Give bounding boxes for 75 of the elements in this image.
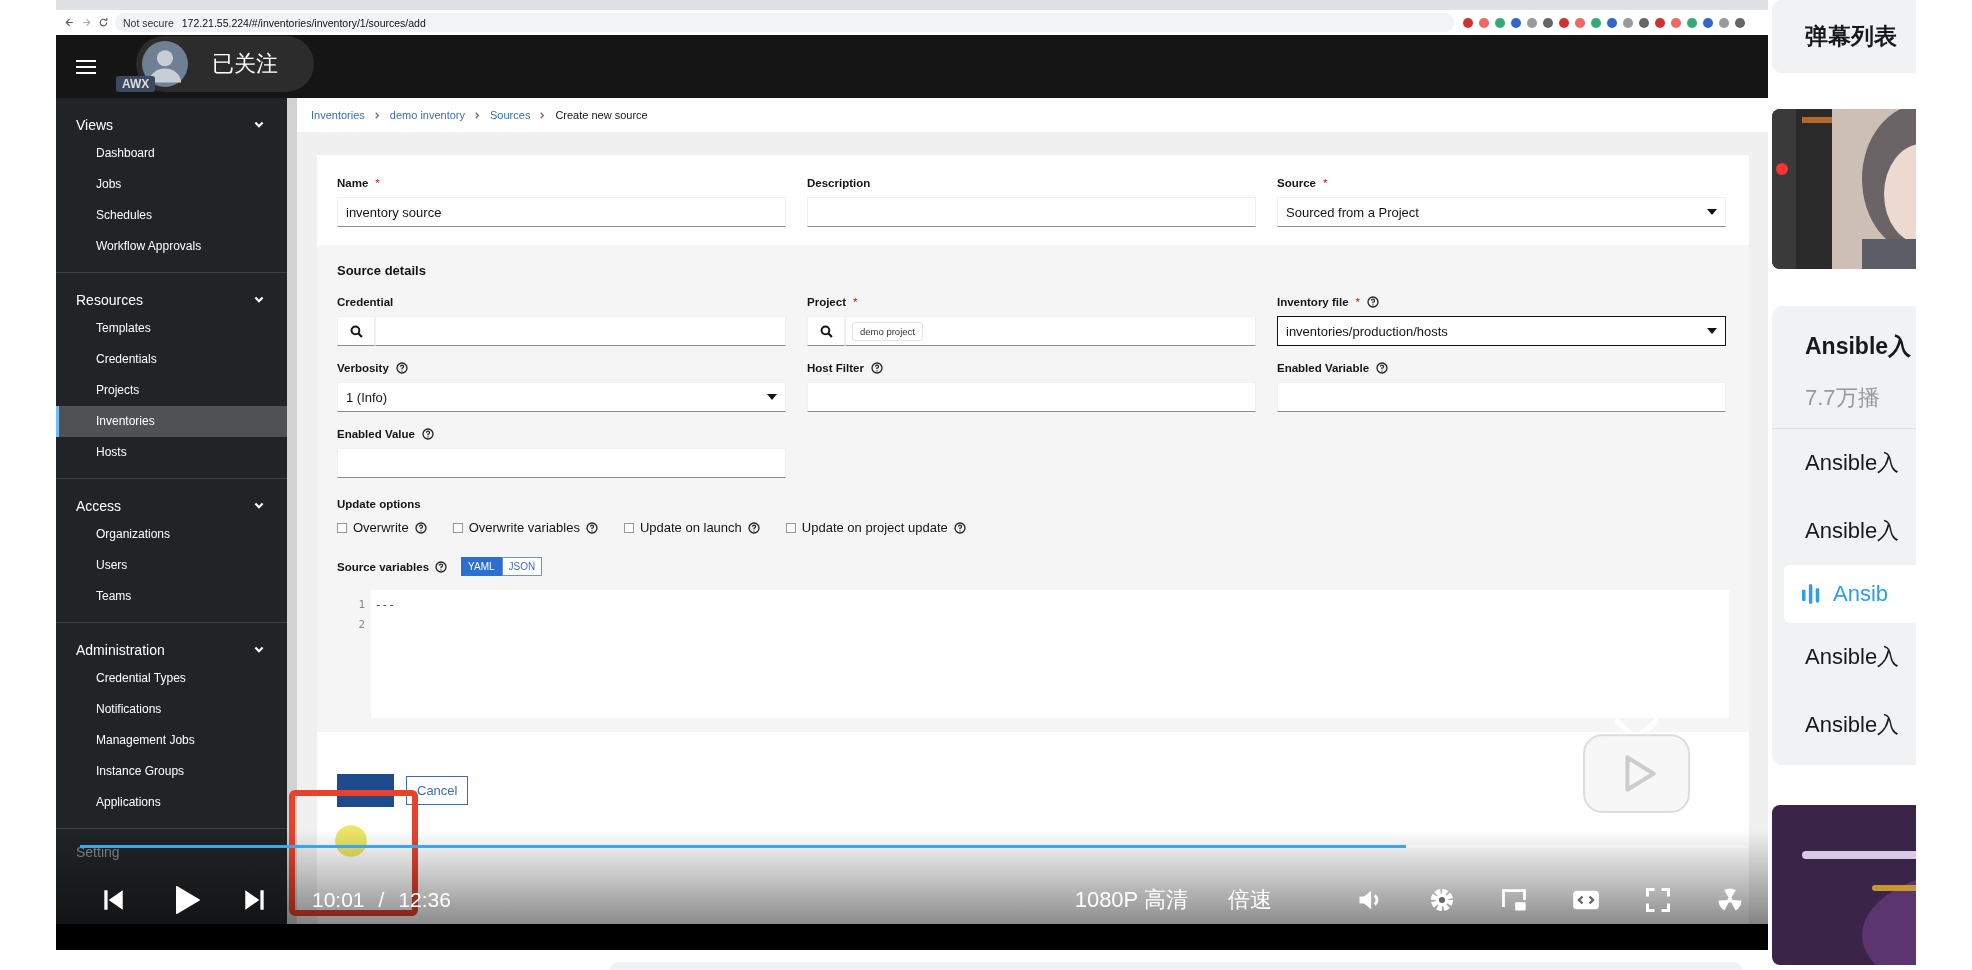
url-text: 172.21.55.224/#/inventories/inventory/1/sources/add: [181, 16, 426, 29]
field-label: Credential: [337, 296, 394, 308]
nav-item[interactable]: Notifications: [56, 694, 287, 725]
nav-section-header[interactable]: Setting: [76, 844, 120, 860]
nav-item[interactable]: Credential Types: [56, 663, 287, 694]
nav-item[interactable]: Hosts: [56, 437, 287, 468]
playlist-item[interactable]: Ansible入: [1772, 497, 1916, 565]
breadcrumb-current: Create new source: [555, 109, 648, 121]
checkbox-label: Update on launch: [639, 520, 742, 535]
field-label: Enabled Value: [337, 428, 415, 440]
select-field[interactable]: inventories/production/hosts: [1277, 316, 1726, 346]
address-bar[interactable]: Not secure 172.21.55.224/#/inventories/inventory/1/sources/add: [115, 13, 1454, 32]
field-label: Name: [337, 177, 369, 189]
field-label: Description: [807, 177, 871, 189]
nav-section-header[interactable]: Access: [56, 493, 287, 519]
field-label: Update options: [337, 498, 422, 510]
code-text: ---: [375, 598, 395, 611]
select-field[interactable]: Sourced from a Project: [1277, 197, 1726, 227]
format-toggle[interactable]: JSON: [501, 557, 543, 576]
playlist-item[interactable]: Ansible入: [1772, 623, 1916, 691]
project-chip: demo project: [852, 321, 923, 341]
current-time: 10:01: [312, 888, 365, 912]
checkbox-label: Overwrite variables: [468, 520, 580, 535]
playlist-item[interactable]: Ansible入: [1772, 429, 1916, 497]
breadcrumb-link[interactable]: demo inventory: [389, 109, 466, 121]
code-editor[interactable]: 1 2 ---: [337, 590, 1729, 718]
view-count: 7.7万播: [1772, 368, 1916, 429]
time-separator: /: [378, 888, 385, 912]
nav-item[interactable]: Instance Groups: [56, 756, 287, 787]
nav-item[interactable]: Users: [56, 550, 287, 581]
nav-item[interactable]: Dashboard: [56, 138, 287, 169]
nav-item[interactable]: Inventories: [56, 406, 287, 437]
required-mark: *: [1355, 296, 1361, 308]
nav-item[interactable]: Schedules: [56, 200, 287, 231]
panel-title: 弹幕列表: [1805, 22, 1897, 51]
nav-item[interactable]: Projects: [56, 375, 287, 406]
app-logo: AWX: [116, 75, 156, 92]
nav-item[interactable]: Teams: [56, 581, 287, 612]
danmaku-panel[interactable]: 弹幕列表: [1772, 0, 1916, 73]
lookup-field[interactable]: demo project: [845, 316, 1256, 346]
nav-item[interactable]: Management Jobs: [56, 725, 287, 756]
select-field[interactable]: 1 (Info): [337, 382, 786, 412]
field-label: Host Filter: [807, 362, 864, 374]
line-number: 1: [358, 597, 365, 613]
nav-item[interactable]: Jobs: [56, 169, 287, 200]
format-toggle[interactable]: YAML: [461, 557, 502, 576]
nav-section-header[interactable]: Resources: [56, 287, 287, 313]
security-label: Not secure: [123, 16, 174, 29]
nav-item[interactable]: Templates: [56, 313, 287, 344]
nav-item[interactable]: Applications: [56, 787, 287, 818]
nav-item[interactable]: Organizations: [56, 519, 287, 550]
checkbox-label: Overwrite: [353, 520, 409, 535]
field-label: Source variables: [337, 560, 430, 573]
field-label: Project: [807, 296, 846, 308]
field-label: Enabled Variable: [1277, 362, 1370, 374]
field-label: Source: [1277, 177, 1316, 189]
required-mark: *: [375, 177, 380, 189]
required-mark: *: [853, 296, 858, 308]
breadcrumb-link[interactable]: Sources: [490, 109, 531, 121]
playlist-item[interactable]: Ansible入: [1772, 691, 1916, 759]
nav-section-header[interactable]: Views: [56, 112, 287, 138]
playlist-title: Ansible入: [1804, 332, 1913, 361]
section-title: Source details: [337, 263, 427, 278]
required-mark: *: [1323, 177, 1328, 189]
checkbox-label: Update on project update: [801, 520, 948, 535]
nav-item[interactable]: Workflow Approvals: [56, 231, 287, 262]
nav-section-header[interactable]: Administration: [56, 637, 287, 663]
field-label: Inventory file: [1277, 296, 1349, 308]
nav-item[interactable]: Credentials: [56, 344, 287, 375]
breadcrumb-link[interactable]: Inventories: [311, 109, 365, 121]
text-field[interactable]: inventory source: [337, 197, 786, 227]
cancel-button[interactable]: Cancel: [406, 776, 469, 805]
follow-status: 已关注: [212, 50, 278, 78]
line-number: 2: [358, 617, 365, 633]
field-label: Verbosity: [337, 362, 389, 374]
